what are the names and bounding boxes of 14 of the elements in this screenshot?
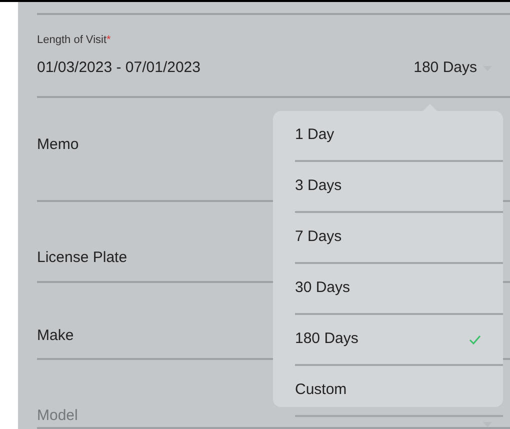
field-label: Length of Visit* bbox=[37, 32, 112, 48]
required-mark: * bbox=[106, 34, 111, 46]
menu-item[interactable]: 30 Days bbox=[295, 264, 503, 315]
field-label[interactable]: Memo bbox=[37, 134, 79, 156]
duration-dropdown[interactable]: 180 Days bbox=[414, 57, 492, 80]
field-label[interactable]: License Plate bbox=[37, 246, 128, 269]
menu-item[interactable]: Custom bbox=[295, 366, 503, 417]
date-range-value: 01/03/2023 - 07/01/2023 bbox=[37, 58, 200, 78]
menu-item[interactable]: 7 Days bbox=[295, 213, 503, 264]
menu-item[interactable]: 3 Days bbox=[295, 162, 503, 213]
field-label[interactable]: Make bbox=[37, 324, 74, 347]
check-icon bbox=[469, 334, 481, 344]
menu-item[interactable]: 180 Days bbox=[295, 315, 503, 366]
menu-item[interactable]: 1 Day bbox=[295, 111, 503, 162]
